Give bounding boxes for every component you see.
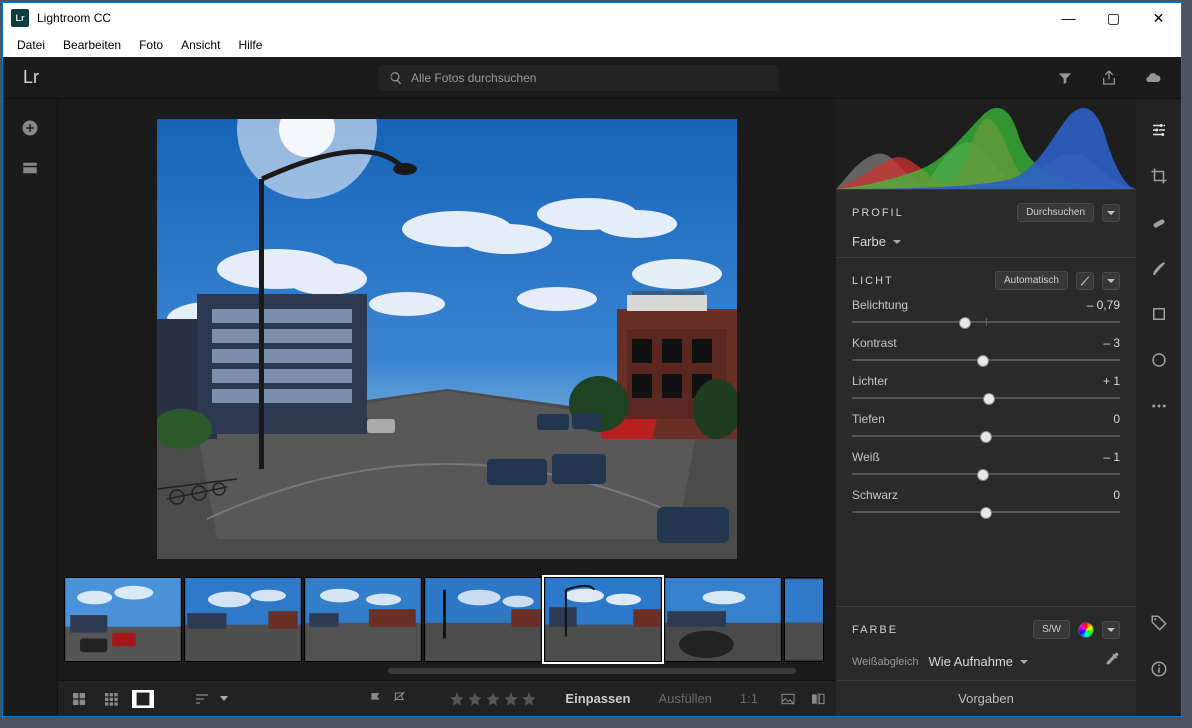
slider-knob[interactable] [983, 393, 995, 405]
window-title: Lightroom CC [37, 11, 111, 25]
flag-pick-icon[interactable] [368, 691, 384, 707]
sort-icon[interactable] [194, 691, 210, 707]
cloud-sync-icon[interactable] [1145, 70, 1161, 86]
profil-disclosure[interactable] [1102, 204, 1120, 222]
crop-tool[interactable] [1148, 165, 1170, 187]
slider-label: Tiefen [852, 412, 885, 426]
thumbnail-selected[interactable] [544, 577, 662, 662]
slider-label: Kontrast [852, 336, 897, 350]
sw-toggle[interactable]: S/W [1033, 620, 1070, 639]
rating-stars[interactable] [449, 691, 537, 707]
compare-icon[interactable] [810, 691, 826, 707]
more-icon[interactable] [1148, 395, 1170, 417]
zoom-1to1-button[interactable]: 1:1 [740, 691, 758, 706]
my-photos-icon[interactable] [21, 159, 39, 177]
profile-value-label: Farbe [852, 234, 886, 249]
show-original-icon[interactable] [780, 691, 796, 707]
main-image-canvas[interactable] [157, 119, 737, 559]
menu-item[interactable]: Ansicht [181, 38, 220, 52]
slider-knob[interactable] [980, 431, 992, 443]
filter-icon[interactable] [1057, 70, 1073, 86]
thumbnail[interactable] [784, 577, 824, 662]
close-button[interactable]: ✕ [1136, 3, 1181, 33]
brush-tool[interactable] [1148, 257, 1170, 279]
info-tool[interactable] [1148, 658, 1170, 680]
slider-kontrast[interactable]: Kontrast – 3 [852, 336, 1120, 366]
search-icon [389, 71, 403, 85]
filmstrip-scrollbar[interactable] [388, 668, 796, 674]
grid-photo-view-button[interactable] [68, 690, 90, 708]
slider-value: 0 [1113, 488, 1120, 502]
eyedropper-icon[interactable] [1104, 651, 1120, 667]
slider-schwarz[interactable]: Schwarz 0 [852, 488, 1120, 518]
zoom-fit-button[interactable]: Einpassen [565, 691, 630, 706]
menu-item[interactable]: Hilfe [238, 38, 262, 52]
menu-item[interactable]: Foto [139, 38, 163, 52]
minimize-button[interactable]: — [1046, 3, 1091, 33]
wb-value-label: Wie Aufnahme [928, 654, 1013, 669]
keywords-tool[interactable] [1148, 612, 1170, 634]
search-input[interactable]: Alle Fotos durchsuchen [379, 65, 779, 91]
licht-section-title: LICHT [852, 275, 894, 287]
search-placeholder: Alle Fotos durchsuchen [411, 71, 536, 85]
slider-label: Belichtung [852, 298, 908, 312]
profile-dropdown[interactable]: Farbe [852, 234, 1120, 249]
thumbnail[interactable] [184, 577, 302, 662]
grid-square-view-button[interactable] [100, 690, 122, 708]
slider-value: – 0,79 [1087, 298, 1120, 312]
presets-button[interactable]: Vorgaben [836, 680, 1136, 716]
slider-knob[interactable] [959, 317, 971, 329]
slider-weiß[interactable]: Weiß – 1 [852, 450, 1120, 480]
app-logo: Lr [11, 9, 29, 27]
auto-button[interactable]: Automatisch [995, 271, 1068, 290]
radial-gradient-tool[interactable] [1148, 349, 1170, 371]
color-mixer-button[interactable] [1078, 622, 1094, 638]
maximize-button[interactable]: ▢ [1091, 3, 1136, 33]
right-tool-rail [1136, 99, 1181, 716]
slider-value: + 1 [1103, 374, 1120, 388]
slider-knob[interactable] [977, 355, 989, 367]
farbe-disclosure[interactable] [1102, 621, 1120, 639]
slider-lichter[interactable]: Lichter + 1 [852, 374, 1120, 404]
healing-brush-tool[interactable] [1148, 211, 1170, 233]
farbe-section-title: FARBE [852, 624, 898, 636]
slider-tiefen[interactable]: Tiefen 0 [852, 412, 1120, 442]
thumbnail[interactable] [424, 577, 542, 662]
profil-section-title: PROFIL [852, 207, 904, 219]
slider-value: – 3 [1103, 336, 1120, 350]
slider-belichtung[interactable]: Belichtung – 0,79 [852, 298, 1120, 328]
slider-value: – 1 [1103, 450, 1120, 464]
zoom-fill-button[interactable]: Ausfüllen [658, 691, 711, 706]
slider-label: Schwarz [852, 488, 898, 502]
brand: Lr [23, 67, 39, 88]
slider-label: Lichter [852, 374, 888, 388]
edit-sliders-tool[interactable] [1148, 119, 1170, 141]
slider-label: Weiß [852, 450, 880, 464]
slider-knob[interactable] [977, 469, 989, 481]
menu-item[interactable]: Bearbeiten [63, 38, 121, 52]
flag-reject-icon[interactable] [392, 691, 408, 707]
wb-label: Weißabgleich [852, 656, 918, 668]
histogram [836, 99, 1136, 189]
licht-disclosure[interactable] [1102, 272, 1120, 290]
add-photos-icon[interactable] [21, 119, 39, 137]
slider-value: 0 [1113, 412, 1120, 426]
share-icon[interactable] [1101, 70, 1117, 86]
filmstrip[interactable] [58, 573, 836, 666]
linear-gradient-tool[interactable] [1148, 303, 1170, 325]
bottom-toolbar: Einpassen Ausfüllen 1:1 [58, 680, 836, 716]
wb-dropdown[interactable]: Wie Aufnahme [928, 654, 1029, 669]
thumbnail[interactable] [304, 577, 422, 662]
tone-curve-button[interactable] [1076, 272, 1094, 290]
menu-item[interactable]: Datei [17, 38, 45, 52]
slider-knob[interactable] [980, 507, 992, 519]
thumbnail[interactable] [664, 577, 782, 662]
browse-profiles-button[interactable]: Durchsuchen [1017, 203, 1094, 222]
menubar: Datei Bearbeiten Foto Ansicht Hilfe [3, 33, 1181, 57]
edit-panel: PROFIL Durchsuchen Farbe LICHT [836, 99, 1136, 716]
chevron-down-icon[interactable] [220, 696, 228, 701]
thumbnail[interactable] [64, 577, 182, 662]
detail-view-button[interactable] [132, 690, 154, 708]
